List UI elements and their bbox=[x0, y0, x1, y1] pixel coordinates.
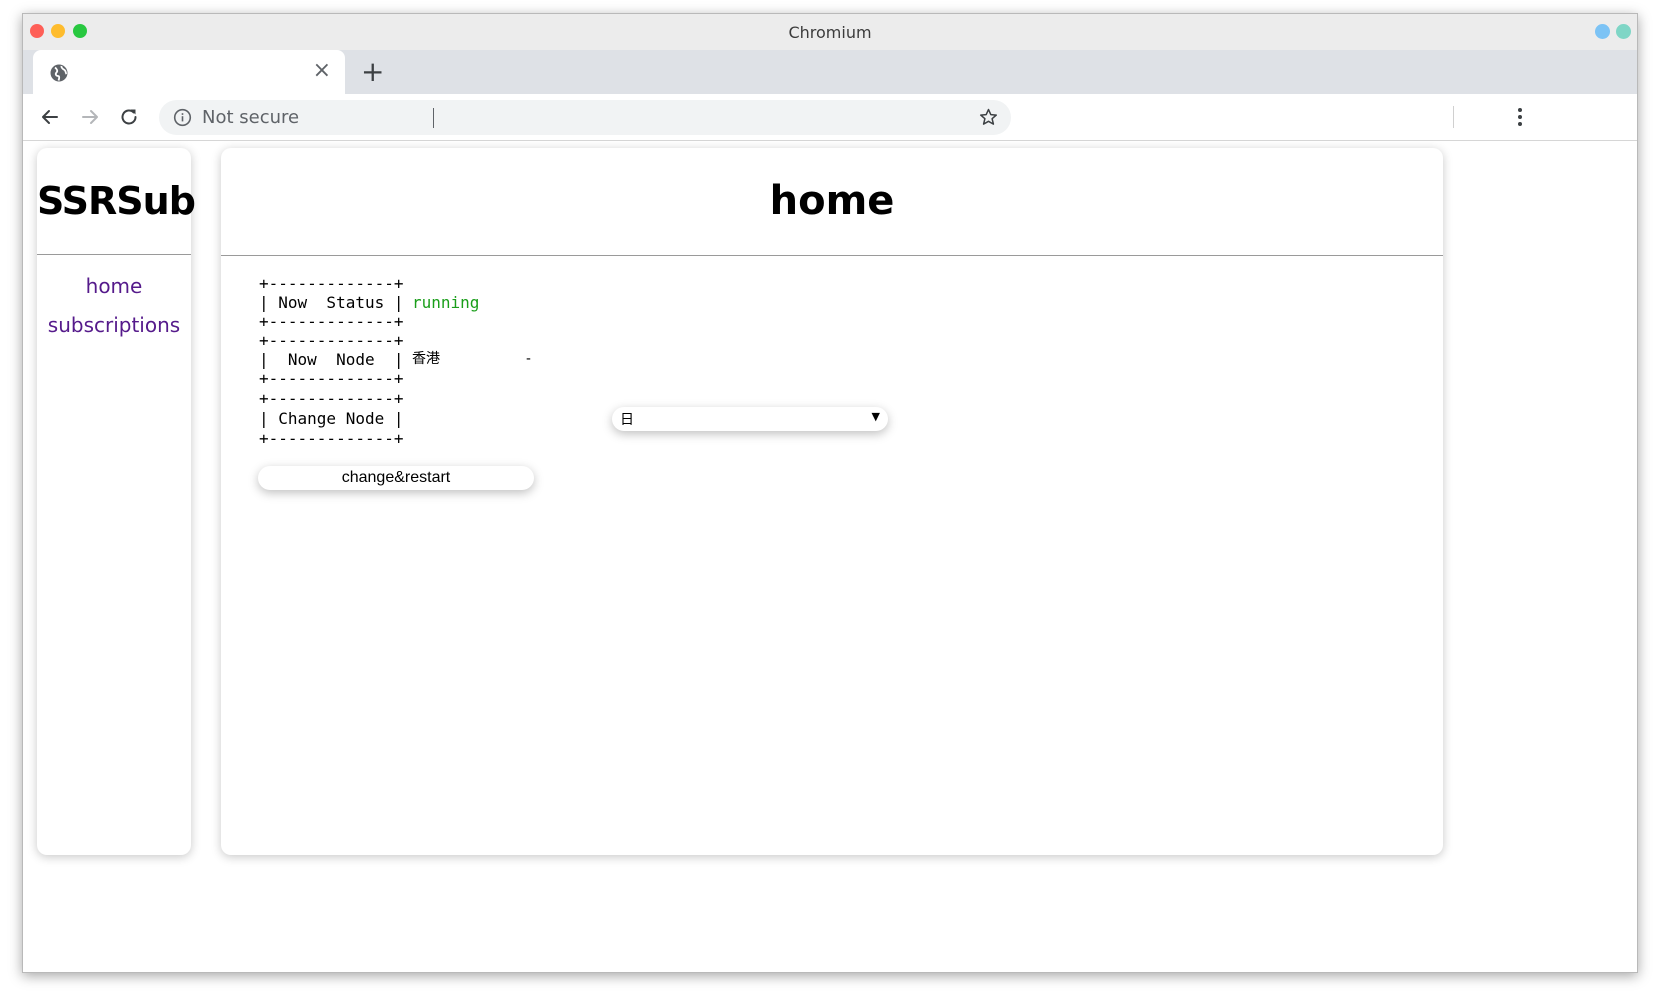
page-viewport: SSRSub home subscriptions home +--------… bbox=[23, 142, 1637, 972]
sidebar-item-home[interactable]: home bbox=[37, 274, 191, 313]
security-label: Not secure bbox=[202, 107, 300, 128]
reload-button[interactable] bbox=[116, 104, 142, 130]
status-value: running bbox=[412, 293, 480, 312]
sidebar: SSRSub home subscriptions bbox=[37, 148, 196, 855]
browser-toolbar: Not secure bbox=[23, 94, 1637, 141]
page-title: home bbox=[221, 148, 1443, 256]
status-table-top-border: +-------------+ bbox=[259, 274, 404, 293]
node-label: | Now Node | bbox=[259, 350, 404, 369]
change-node-label: | Change Node | bbox=[259, 409, 404, 428]
status-table-bottom-border: +-------------+ bbox=[259, 312, 404, 331]
new-tab-button[interactable]: + bbox=[361, 56, 384, 88]
text-cursor bbox=[433, 108, 434, 128]
active-tab[interactable]: × bbox=[33, 50, 345, 94]
kebab-menu-icon[interactable] bbox=[1517, 106, 1523, 128]
node-select[interactable]: 日 ▼ bbox=[612, 407, 888, 431]
node-table-bottom-border: +-------------+ bbox=[259, 369, 404, 388]
node-table-top-border: +-------------+ bbox=[259, 331, 404, 350]
back-arrow-icon bbox=[42, 110, 58, 124]
sidebar-item-subscriptions[interactable]: subscriptions bbox=[37, 313, 191, 352]
sidebar-nav: home subscriptions bbox=[37, 274, 191, 352]
extension-icon[interactable] bbox=[1616, 24, 1631, 39]
globe-icon bbox=[50, 64, 68, 82]
forward-button[interactable] bbox=[77, 104, 103, 130]
window-title: Chromium bbox=[788, 23, 872, 42]
node-value: 香港 - bbox=[412, 351, 533, 367]
address-bar[interactable]: Not secure bbox=[159, 100, 1011, 135]
toolbar-separator bbox=[1453, 106, 1454, 128]
forward-arrow-icon bbox=[82, 110, 98, 124]
status-label: | Now Status | bbox=[259, 293, 404, 312]
close-tab-icon[interactable]: × bbox=[313, 59, 331, 83]
node-select-value: 日 bbox=[620, 412, 634, 428]
reload-icon bbox=[121, 109, 137, 125]
browser-window: Chromium × + Not secure SSRSub home subs… bbox=[22, 13, 1638, 973]
brand-title: SSRSub bbox=[37, 148, 196, 255]
change-table-bottom-border: +-------------+ bbox=[259, 429, 404, 448]
change-table-top-border: +-------------+ bbox=[259, 389, 404, 408]
extension-icon[interactable] bbox=[1595, 24, 1610, 39]
title-bar: Chromium bbox=[23, 14, 1637, 50]
info-icon[interactable] bbox=[173, 108, 192, 127]
change-restart-button[interactable]: change&restart bbox=[258, 466, 534, 490]
chevron-down-icon: ▼ bbox=[871, 410, 880, 423]
back-button[interactable] bbox=[37, 104, 63, 130]
main-panel: home +-------------+ | Now Status | runn… bbox=[221, 148, 1443, 855]
tab-strip: × + bbox=[23, 50, 1637, 94]
star-icon[interactable] bbox=[978, 107, 999, 128]
